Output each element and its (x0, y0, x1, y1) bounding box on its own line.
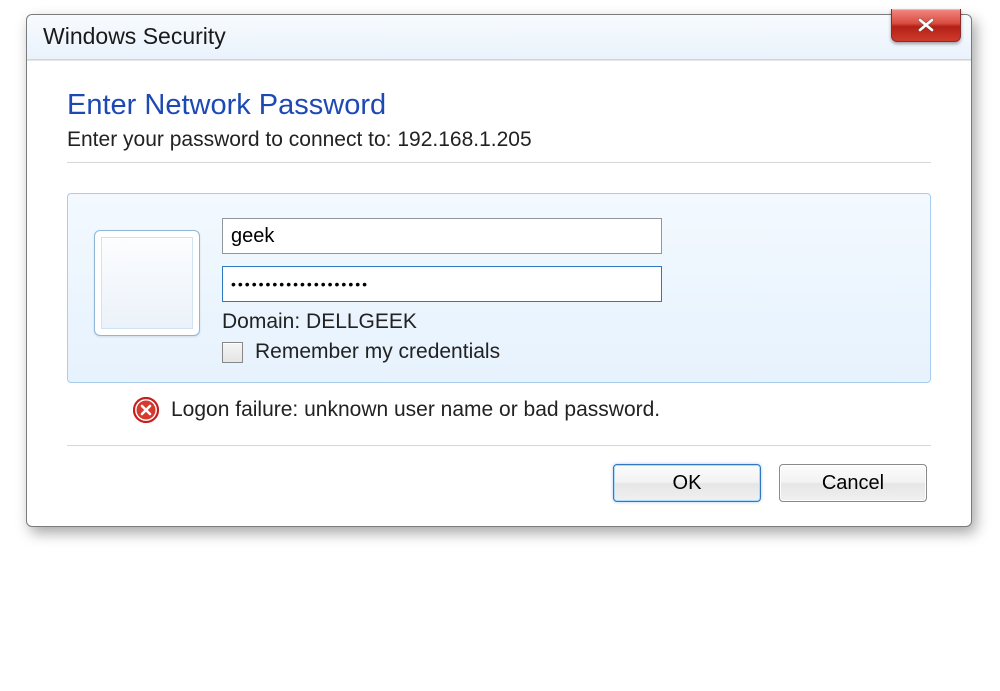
credentials-panel: Domain: DELLGEEK Remember my credentials (67, 193, 931, 383)
button-row: OK Cancel (67, 464, 931, 502)
remember-row[interactable]: Remember my credentials (222, 340, 904, 364)
divider-bottom (67, 445, 931, 446)
error-icon (133, 397, 159, 423)
divider (67, 162, 931, 163)
security-dialog: Windows Security Enter Network Password … (26, 14, 972, 527)
dialog-heading: Enter Network Password (67, 89, 931, 122)
dialog-subheading: Enter your password to connect to: 192.1… (67, 128, 931, 152)
user-avatar (94, 230, 200, 336)
remember-checkbox[interactable] (222, 342, 243, 363)
username-input[interactable] (222, 218, 662, 254)
window-title: Windows Security (43, 23, 226, 50)
ok-button[interactable]: OK (613, 464, 761, 502)
close-icon (917, 18, 935, 32)
close-button[interactable] (891, 9, 961, 42)
dialog-client-area: Enter Network Password Enter your passwo… (27, 60, 971, 526)
cancel-button[interactable]: Cancel (779, 464, 927, 502)
error-message: Logon failure: unknown user name or bad … (171, 398, 660, 422)
domain-label: Domain: DELLGEEK (222, 310, 904, 334)
password-input[interactable] (222, 266, 662, 302)
titlebar: Windows Security (27, 15, 971, 60)
error-row: Logon failure: unknown user name or bad … (133, 397, 931, 423)
credentials-fields: Domain: DELLGEEK Remember my credentials (222, 218, 904, 364)
remember-label: Remember my credentials (255, 340, 500, 364)
